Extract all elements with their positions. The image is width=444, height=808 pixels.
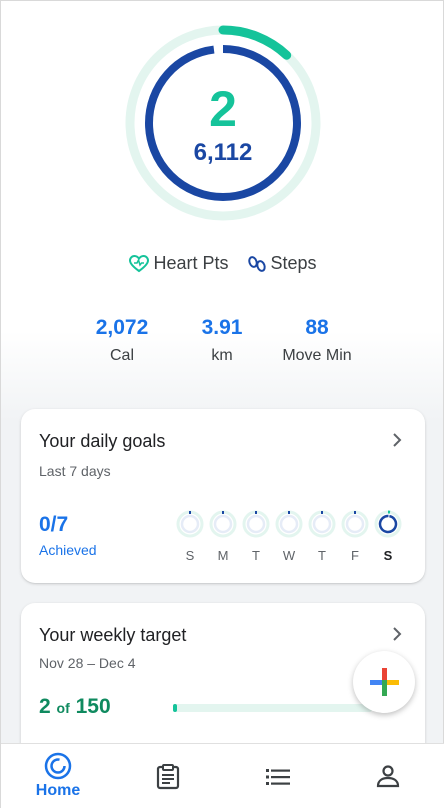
daily-goals-count: 0/7 [39, 513, 69, 536]
weekly-target-progress-bar [173, 704, 373, 712]
legend-steps-label: Steps [270, 253, 317, 273]
rings-legend: Heart Pts Steps [1, 253, 444, 274]
day-ring: M [208, 509, 238, 563]
weekly-target-progress-text: 2 of 150 [39, 695, 111, 719]
weekly-target-title: Your weekly target [39, 625, 187, 645]
metric-move-min-value: 88 [305, 316, 329, 339]
heart-points-value: 2 [209, 81, 237, 137]
day-label: M [217, 548, 229, 563]
person-icon [376, 765, 400, 788]
day-ring: S [175, 509, 205, 563]
weekly-target-date-range: Nov 28 – Dec 4 [39, 655, 136, 671]
daily-goals-week: S M T W T F S [175, 509, 405, 569]
metric-move-min-label: Move Min [282, 347, 352, 364]
metric-distance: 3.91 km [167, 315, 277, 365]
day-ring-icon [242, 510, 270, 538]
bottom-navigation: Home [1, 743, 444, 808]
day-ring-icon [374, 510, 402, 538]
metric-distance-label: km [211, 347, 233, 364]
weekly-target-count: 2 [39, 695, 51, 718]
day-ring: T [307, 509, 337, 563]
legend-heart-label: Heart Pts [153, 253, 229, 273]
daily-goals-card[interactable]: Your daily goals Last 7 days 0/7 Achieve… [21, 409, 425, 583]
activity-rings[interactable]: 2 6,112 [123, 23, 323, 223]
steps-value: 6,112 [193, 139, 253, 166]
list-icon [266, 769, 290, 785]
rings-center: 2 6,112 [123, 23, 323, 223]
app-screen: 2 6,112 Heart Pts Steps 2,072 Cal 3.91 k… [0, 0, 444, 808]
day-ring-icon [275, 510, 303, 538]
daily-goals-title: Your daily goals [39, 431, 166, 451]
day-label-today: S [383, 548, 393, 563]
day-ring-icon [341, 510, 369, 538]
day-label: F [351, 548, 359, 563]
nav-profile[interactable] [344, 744, 432, 808]
day-ring: F [340, 509, 370, 563]
day-label: W [282, 548, 296, 563]
legend-heart-points: Heart Pts [129, 253, 229, 274]
nav-home-label: Home [35, 782, 81, 799]
day-label: T [252, 548, 260, 563]
chevron-right-icon[interactable] [391, 431, 403, 449]
day-ring: T [241, 509, 271, 563]
day-ring-today: S [373, 509, 403, 563]
metric-distance-value: 3.91 [201, 316, 243, 339]
nav-journal[interactable] [124, 744, 212, 808]
nav-home[interactable]: Home [14, 744, 102, 808]
legend-steps: Steps [247, 253, 317, 274]
daily-goals-subtitle: Last 7 days [39, 463, 111, 479]
chevron-right-icon[interactable] [391, 625, 403, 643]
day-ring-icon [209, 510, 237, 538]
home-ring-icon [44, 752, 72, 780]
daily-goals-achieved-label: Achieved [39, 542, 97, 558]
weekly-target-progress-fill [173, 704, 177, 712]
weekly-target-of: of [56, 700, 70, 716]
add-activity-button[interactable] [353, 651, 415, 713]
nav-browse[interactable] [234, 744, 322, 808]
day-ring-icon [308, 510, 336, 538]
day-label: S [185, 548, 195, 563]
day-ring: W [274, 509, 304, 563]
metric-calories-value: 2,072 [95, 316, 149, 339]
plus-icon [370, 668, 399, 696]
metric-calories: 2,072 Cal [67, 315, 177, 365]
metric-move-min: 88 Move Min [262, 315, 372, 365]
footsteps-icon [247, 255, 266, 272]
heart-outline-icon [129, 254, 150, 272]
clipboard-icon [156, 764, 180, 790]
day-label: T [318, 548, 326, 563]
weekly-target-goal: 150 [75, 695, 111, 718]
metric-calories-label: Cal [109, 347, 134, 364]
day-ring-icon [176, 510, 204, 538]
